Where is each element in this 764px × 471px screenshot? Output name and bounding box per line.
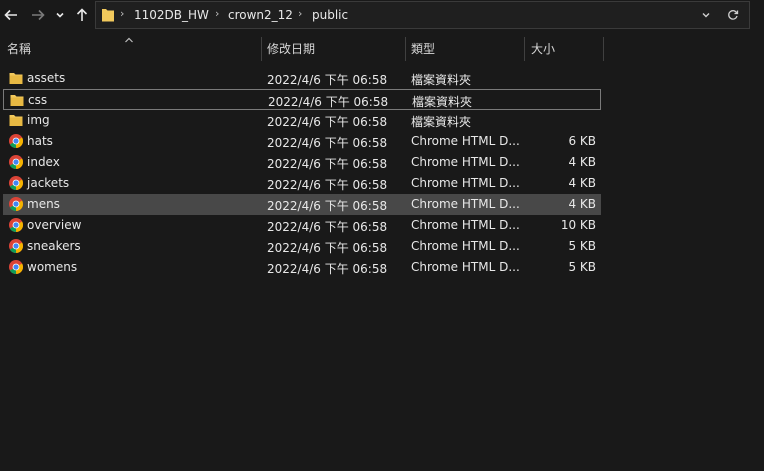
- file-size: 6 KB: [568, 134, 596, 148]
- chevron-down-icon: [56, 12, 64, 18]
- file-date: 2022/4/6 下午 06:58: [267, 115, 388, 129]
- file-size: 10 KB: [560, 218, 596, 232]
- column-divider[interactable]: [603, 37, 604, 61]
- file-date: 2022/4/6 下午 06:58: [267, 262, 388, 276]
- chrome-icon: [9, 260, 24, 275]
- file-name: hats: [27, 134, 53, 148]
- list-item[interactable]: index 2022/4/6 下午 06:58 Chrome HTML D...…: [3, 152, 601, 173]
- file-name: mens: [27, 197, 60, 211]
- folder-icon: [10, 95, 24, 106]
- file-size: 4 KB: [568, 197, 596, 211]
- file-size: 5 KB: [568, 260, 596, 274]
- list-item[interactable]: img 2022/4/6 下午 06:58 檔案資料夾: [3, 110, 601, 131]
- file-name: womens: [27, 260, 78, 274]
- column-size[interactable]: 大小: [531, 37, 555, 61]
- file-date: 2022/4/6 下午 06:58: [267, 136, 388, 150]
- list-item[interactable]: mens 2022/4/6 下午 06:58 Chrome HTML D... …: [3, 194, 601, 215]
- navigation-bar: › 1102DB_HW › crown2_12 › public: [0, 0, 764, 33]
- chrome-icon: [9, 155, 24, 170]
- file-name: sneakers: [27, 239, 81, 253]
- recent-locations-button[interactable]: [51, 4, 69, 26]
- breadcrumb-public[interactable]: public: [312, 8, 348, 22]
- chrome-icon: [9, 176, 24, 191]
- column-header: 名稱 修改日期 類型 大小: [0, 37, 764, 61]
- file-size: 5 KB: [568, 239, 596, 253]
- breadcrumb-1102DB_HW[interactable]: 1102DB_HW: [134, 8, 209, 22]
- file-type: Chrome HTML D...: [411, 176, 520, 190]
- file-size: 4 KB: [568, 155, 596, 169]
- sort-ascending-icon: [124, 33, 134, 47]
- file-type: 檔案資料夾: [412, 95, 473, 109]
- breadcrumb-separator-icon[interactable]: ›: [298, 7, 302, 20]
- chevron-down-icon: [702, 13, 710, 18]
- address-history-button[interactable]: [697, 6, 715, 24]
- file-type: 檔案資料夾: [411, 73, 472, 87]
- file-type: Chrome HTML D...: [411, 134, 520, 148]
- refresh-icon: [728, 10, 739, 20]
- file-type: Chrome HTML D...: [411, 218, 520, 232]
- file-date: 2022/4/6 下午 06:58: [267, 157, 388, 171]
- breadcrumb-separator-icon[interactable]: ›: [215, 7, 219, 20]
- folder-icon: [102, 9, 114, 22]
- file-name: img: [27, 113, 50, 127]
- file-type: 檔案資料夾: [411, 115, 472, 129]
- file-name: css: [28, 93, 48, 107]
- list-item[interactable]: womens 2022/4/6 下午 06:58 Chrome HTML D..…: [3, 257, 601, 278]
- list-item[interactable]: css 2022/4/6 下午 06:58 檔案資料夾: [3, 89, 601, 110]
- up-arrow-icon: [76, 8, 88, 21]
- file-date: 2022/4/6 下午 06:58: [267, 73, 388, 87]
- column-divider[interactable]: [405, 37, 406, 61]
- refresh-button[interactable]: [724, 6, 742, 24]
- chrome-icon: [9, 134, 24, 149]
- breadcrumb-crown2_12[interactable]: crown2_12: [228, 8, 293, 22]
- column-divider[interactable]: [524, 37, 525, 61]
- file-name: overview: [27, 218, 82, 232]
- file-type: Chrome HTML D...: [411, 155, 520, 169]
- list-item[interactable]: assets 2022/4/6 下午 06:58 檔案資料夾: [3, 68, 601, 89]
- list-item[interactable]: overview 2022/4/6 下午 06:58 Chrome HTML D…: [3, 215, 601, 236]
- up-button[interactable]: [71, 4, 93, 26]
- file-date: 2022/4/6 下午 06:58: [267, 241, 388, 255]
- list-item[interactable]: sneakers 2022/4/6 下午 06:58 Chrome HTML D…: [3, 236, 601, 257]
- file-type: Chrome HTML D...: [411, 239, 520, 253]
- chrome-icon: [9, 218, 24, 233]
- column-divider[interactable]: [261, 37, 262, 61]
- file-date: 2022/4/6 下午 06:58: [267, 220, 388, 234]
- file-name: index: [27, 155, 60, 169]
- address-bar[interactable]: › 1102DB_HW › crown2_12 › public: [95, 1, 750, 29]
- column-type[interactable]: 類型: [411, 37, 435, 61]
- list-item[interactable]: jackets 2022/4/6 下午 06:58 Chrome HTML D.…: [3, 173, 601, 194]
- file-date: 2022/4/6 下午 06:58: [267, 178, 388, 192]
- folder-icon: [9, 115, 23, 126]
- file-name: assets: [27, 71, 66, 85]
- column-name[interactable]: 名稱: [7, 37, 31, 61]
- file-type: Chrome HTML D...: [411, 197, 520, 211]
- forward-button[interactable]: [27, 4, 49, 26]
- back-arrow-icon: [4, 9, 17, 21]
- file-date: 2022/4/6 下午 06:58: [267, 199, 388, 213]
- breadcrumb-separator-icon[interactable]: ›: [120, 7, 124, 20]
- column-date[interactable]: 修改日期: [267, 37, 315, 61]
- folder-icon: [9, 73, 23, 84]
- file-name: jackets: [27, 176, 70, 190]
- file-type: Chrome HTML D...: [411, 260, 520, 274]
- file-date: 2022/4/6 下午 06:58: [268, 95, 389, 109]
- list-item[interactable]: hats 2022/4/6 下午 06:58 Chrome HTML D... …: [3, 131, 601, 152]
- forward-arrow-icon: [32, 9, 45, 21]
- chrome-icon: [9, 197, 24, 212]
- file-size: 4 KB: [568, 176, 596, 190]
- back-button[interactable]: [0, 4, 22, 26]
- chrome-icon: [9, 239, 24, 254]
